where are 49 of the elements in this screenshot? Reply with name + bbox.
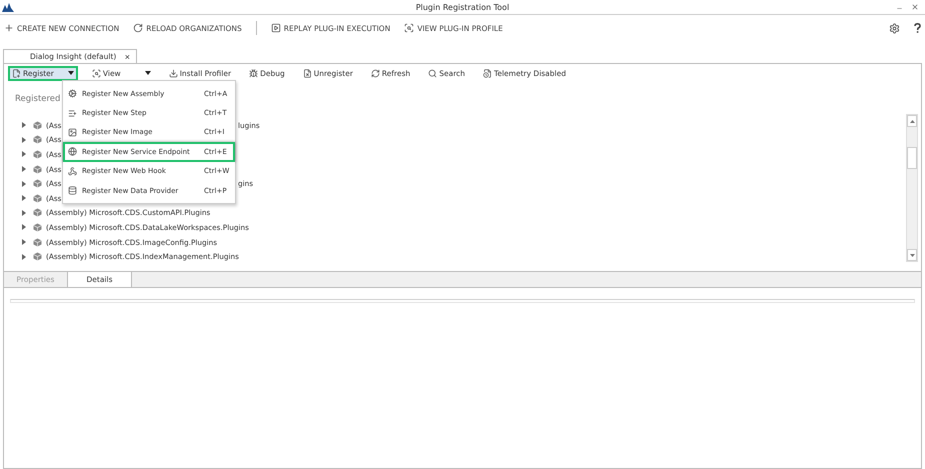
- reload-icon: [133, 23, 144, 33]
- bug-icon: [249, 68, 258, 78]
- logo-icon: [2, 3, 14, 12]
- scroll-up-icon[interactable]: [910, 120, 914, 122]
- document-plus-icon: [12, 68, 21, 78]
- assembly-icon: [33, 135, 42, 144]
- assembly-icon: [33, 179, 42, 188]
- assembly-icon: [33, 252, 42, 262]
- tab-close-button[interactable]: ×: [124, 52, 130, 62]
- expand-arrow-icon[interactable]: [22, 254, 26, 260]
- document-x-icon: [302, 68, 312, 78]
- close-icon[interactable]: [911, 3, 919, 11]
- globe-icon: [68, 147, 77, 156]
- expand-arrow-icon[interactable]: [22, 166, 26, 172]
- assembly-icon: [33, 222, 42, 232]
- play-icon: [270, 23, 281, 33]
- download-icon: [168, 68, 178, 78]
- tree-heading: Registered: [15, 94, 60, 104]
- magnifier-icon: [404, 23, 414, 33]
- expand-arrow-icon[interactable]: [22, 239, 26, 246]
- expand-arrow-icon[interactable]: [22, 195, 26, 202]
- database-icon: [68, 186, 77, 196]
- help-icon[interactable]: [914, 23, 921, 33]
- expand-arrow-icon[interactable]: [22, 122, 26, 128]
- assembly-icon: [33, 150, 42, 159]
- expand-arrow-icon[interactable]: [22, 136, 26, 143]
- document-clock-icon: [483, 68, 492, 78]
- scroll-down-icon[interactable]: [910, 254, 914, 256]
- scroll-thumb[interactable]: [907, 147, 917, 169]
- window-title: Plugin Registration Tool: [416, 2, 510, 12]
- image-icon: [68, 128, 77, 137]
- assembly-icon: [33, 194, 42, 203]
- magnifier-icon: [92, 68, 101, 78]
- plus-icon: [4, 23, 14, 33]
- scrollbar[interactable]: [906, 114, 918, 262]
- list-plus-icon: [68, 108, 77, 118]
- search-icon: [428, 68, 438, 78]
- refresh-icon: [370, 68, 380, 78]
- gear-icon: [68, 89, 77, 98]
- webhook-icon: [68, 166, 77, 176]
- expand-arrow-icon[interactable]: [22, 210, 26, 216]
- assembly-icon: [33, 238, 42, 247]
- assembly-icon: [33, 208, 42, 218]
- assembly-icon: [33, 164, 42, 174]
- expand-arrow-icon[interactable]: [22, 180, 26, 187]
- expand-arrow-icon[interactable]: [22, 224, 26, 230]
- settings-icon[interactable]: [889, 22, 900, 34]
- assembly-icon: [33, 120, 42, 130]
- expand-arrow-icon[interactable]: [22, 151, 26, 158]
